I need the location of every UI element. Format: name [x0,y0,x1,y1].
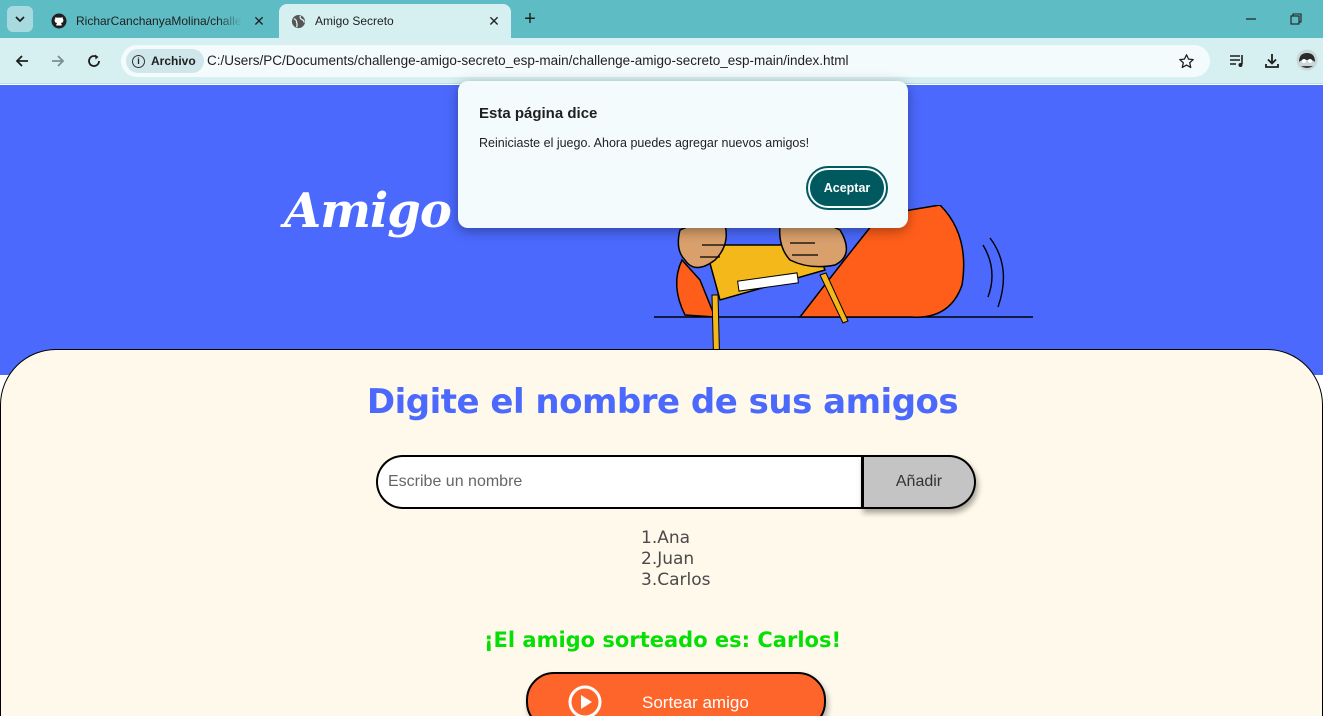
tab-search-button[interactable] [7,6,33,32]
reload-icon [88,54,100,67]
globe-icon [290,13,306,29]
profile-avatar-icon[interactable] [1296,49,1318,71]
forward-button[interactable] [45,48,71,74]
tab-title: Amigo Secreto [315,14,394,28]
url-text[interactable]: C:/Users/PC/Documents/challenge-amigo-se… [207,53,849,68]
accept-button[interactable]: Aceptar [806,166,888,210]
add-friend-form: Añadir [376,455,976,509]
site-info-label: Archivo [151,54,196,68]
tab-github[interactable]: RicharCanchanyaMolina/challenge-amigo-se… [40,4,276,38]
friend-list: 1.Ana 2.Juan 3.Carlos [641,528,710,591]
section-title: Digite el nombre de sus amigos [366,382,959,422]
close-icon[interactable]: ✕ [485,12,503,30]
list-item: 2.Juan [641,549,695,569]
info-icon: i [132,54,145,68]
draw-button-label: Sortear amigo [642,693,749,712]
friend-name-input[interactable] [376,455,864,509]
list-item: 1.Ana [641,528,691,548]
restore-icon[interactable] [1285,8,1307,30]
back-button[interactable] [9,48,35,74]
alert-dialog: Esta página dice Reiniciaste el juego. A… [458,81,908,228]
media-control-icon[interactable] [1226,50,1248,72]
download-icon[interactable] [1261,50,1283,72]
browser-toolbar: i Archivo C:/Users/PC/Documents/challeng… [0,38,1323,84]
main-content-panel: Digite el nombre de sus amigos Añadir 1.… [0,349,1323,716]
bookmark-star-icon[interactable] [1176,51,1196,71]
dialog-title: Esta página dice [479,105,598,122]
play-icon [568,685,602,716]
add-button[interactable]: Añadir [861,455,976,509]
chevron-down-icon [15,16,25,23]
tab-strip: RicharCanchanyaMolina/challenge-amigo-se… [0,0,1323,38]
close-icon[interactable]: ✕ [250,12,268,30]
address-bar[interactable]: i Archivo C:/Users/PC/Documents/challeng… [121,45,1210,77]
dialog-message: Reiniciaste el juego. Ahora puedes agreg… [479,136,810,150]
arrow-left-icon [15,55,28,67]
draw-friend-button[interactable]: Sortear amigo [526,672,826,716]
new-tab-button[interactable]: + [518,8,542,30]
arrow-right-icon [52,55,65,67]
tab-title: RicharCanchanyaMolina/challenge-amigo-se… [76,14,242,28]
reload-button[interactable] [81,48,107,74]
tab-amigo-secreto[interactable]: Amigo Secreto ✕ [279,4,511,38]
list-item: 3.Carlos [641,570,711,590]
site-info-chip[interactable]: i Archivo [126,49,204,73]
minimize-icon[interactable] [1240,8,1262,30]
github-icon [51,13,67,29]
draw-result: ¡El amigo sorteado es: Carlos! [483,628,842,652]
